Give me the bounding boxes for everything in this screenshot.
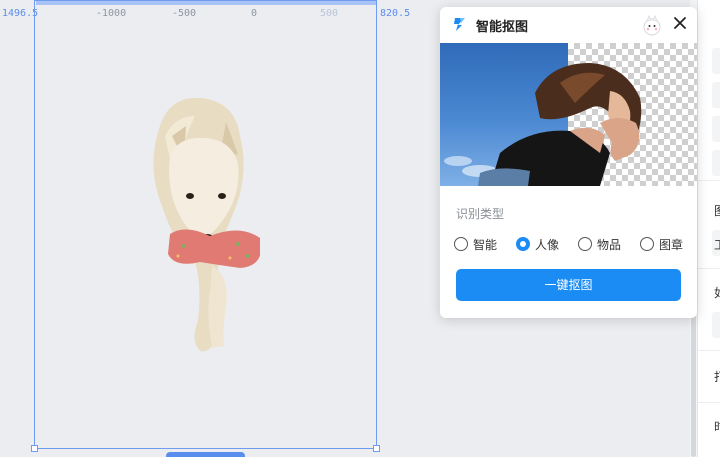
- mascot-icon[interactable]: [641, 14, 663, 36]
- app-logo-icon: [454, 18, 465, 31]
- radio-circle-selected[interactable]: [516, 237, 530, 251]
- radio-stamp[interactable]: 图章: [640, 234, 683, 254]
- dialog-title: 智能抠图: [476, 20, 529, 35]
- recognition-type-label: 识别类型: [456, 207, 505, 221]
- panel-field[interactable]: [712, 150, 720, 176]
- ruler-tick: 820.5: [380, 8, 411, 19]
- resize-handle-bottom-right[interactable]: [373, 445, 380, 452]
- radio-label: 人像: [535, 237, 560, 252]
- resize-handle-bottom-left[interactable]: [31, 445, 38, 452]
- panel-divider: [698, 350, 720, 351]
- close-icon[interactable]: [670, 13, 690, 33]
- radio-label: 智能: [473, 237, 498, 252]
- radio-object[interactable]: 物品: [578, 234, 621, 254]
- panel-field[interactable]: [712, 312, 720, 338]
- radio-circle[interactable]: [454, 237, 468, 251]
- recognition-type-group: 智能 人像 物品 图章: [454, 234, 694, 254]
- radio-circle[interactable]: [578, 237, 592, 251]
- panel-section-label: 图: [714, 202, 720, 219]
- radio-label: 图章: [659, 237, 684, 252]
- panel-section-label: 如: [714, 284, 720, 301]
- radio-smart[interactable]: 智能: [454, 234, 497, 254]
- person-figure: [444, 63, 642, 186]
- radio-label: 物品: [597, 237, 622, 252]
- panel-section-label: 打: [714, 368, 720, 385]
- panel-field[interactable]: [712, 82, 720, 108]
- cutout-preview-image: [440, 43, 697, 186]
- smart-cutout-dialog: 智能抠图 识别类型 智能 人像 物品 图章 一键抠图: [440, 7, 697, 318]
- one-click-cutout-button[interactable]: 一键抠图: [456, 269, 681, 301]
- panel-field-label: 工: [714, 236, 720, 253]
- dog-cutout-image[interactable]: [140, 96, 262, 356]
- ruler-tick: 1496.5: [2, 8, 39, 19]
- radio-circle[interactable]: [640, 237, 654, 251]
- panel-section-label: 时: [714, 418, 720, 435]
- panel-field[interactable]: [712, 48, 720, 74]
- panel-divider: [698, 402, 720, 403]
- panel-divider: [698, 268, 720, 269]
- panel-field[interactable]: [712, 116, 720, 142]
- bottom-toolbar-tab[interactable]: [166, 452, 245, 457]
- radio-portrait[interactable]: 人像: [516, 234, 559, 254]
- panel-divider: [698, 180, 720, 181]
- dialog-header: 智能抠图: [440, 7, 697, 43]
